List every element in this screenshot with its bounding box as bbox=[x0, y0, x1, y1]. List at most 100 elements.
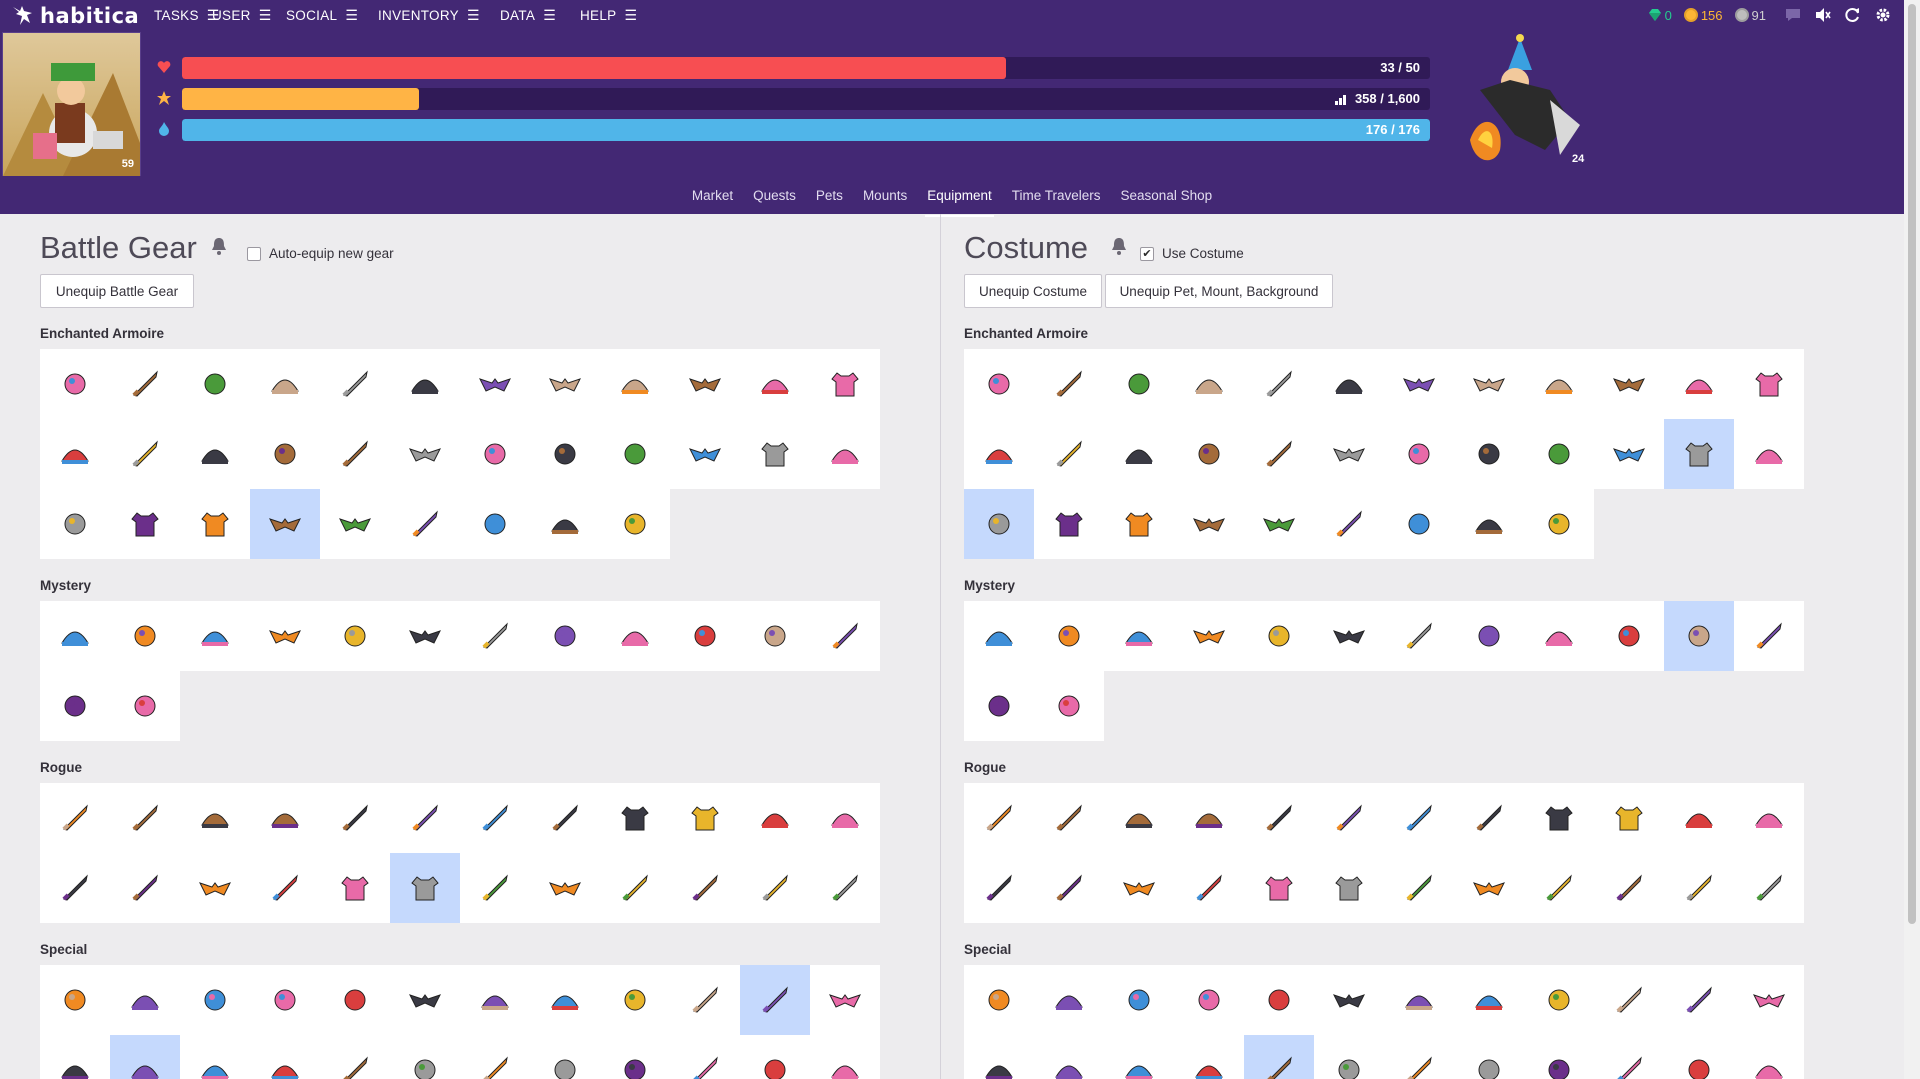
gear-item[interactable] bbox=[1524, 419, 1594, 489]
gear-item[interactable] bbox=[1734, 853, 1804, 923]
gear-item[interactable] bbox=[1664, 965, 1734, 1035]
gear-item[interactable] bbox=[1244, 601, 1314, 671]
nav-item-inventory[interactable]: INVENTORY ☰ bbox=[378, 0, 480, 30]
gear-item[interactable] bbox=[1384, 853, 1454, 923]
gear-item[interactable] bbox=[964, 489, 1034, 559]
gear-item[interactable] bbox=[320, 489, 390, 559]
gear-item[interactable] bbox=[1664, 1035, 1734, 1079]
gear-item[interactable] bbox=[740, 1035, 810, 1079]
use-costume-checkbox[interactable]: ✔ Use Costume bbox=[1140, 246, 1244, 261]
gear-item[interactable] bbox=[250, 419, 320, 489]
gear-item[interactable] bbox=[964, 783, 1034, 853]
gear-item[interactable] bbox=[40, 489, 110, 559]
gear-item[interactable] bbox=[1104, 853, 1174, 923]
gear-item[interactable] bbox=[250, 965, 320, 1035]
unequip-battle-gear-button[interactable]: Unequip Battle Gear bbox=[40, 274, 194, 308]
logo[interactable]: habitica bbox=[10, 4, 139, 28]
scrollbar-thumb[interactable] bbox=[1908, 4, 1916, 924]
gear-item[interactable] bbox=[810, 601, 880, 671]
gear-item[interactable] bbox=[460, 853, 530, 923]
tab-quests[interactable]: Quests bbox=[753, 182, 796, 209]
nav-item-help[interactable]: HELP ☰ bbox=[580, 0, 637, 30]
unequip-costume-button[interactable]: Unequip Costume bbox=[964, 274, 1102, 308]
gear-item[interactable] bbox=[1244, 489, 1314, 559]
gear-item[interactable] bbox=[460, 1035, 530, 1079]
gear-item[interactable] bbox=[1314, 489, 1384, 559]
unequip-pet-mount-background-button[interactable]: Unequip Pet, Mount, Background bbox=[1105, 274, 1333, 308]
sync-icon[interactable] bbox=[1844, 6, 1862, 24]
checkbox-box[interactable] bbox=[247, 246, 261, 261]
gear-item[interactable] bbox=[1454, 853, 1524, 923]
gear-item[interactable] bbox=[1034, 419, 1104, 489]
gear-item[interactable] bbox=[180, 489, 250, 559]
gear-item[interactable] bbox=[1594, 1035, 1664, 1079]
gear-item[interactable] bbox=[320, 853, 390, 923]
gear-item[interactable] bbox=[670, 1035, 740, 1079]
gear-item[interactable] bbox=[530, 853, 600, 923]
scrollbar[interactable] bbox=[1904, 0, 1920, 1079]
gear-item[interactable] bbox=[390, 601, 460, 671]
gear-item[interactable] bbox=[530, 1035, 600, 1079]
gear-item[interactable] bbox=[600, 853, 670, 923]
tab-time-travelers[interactable]: Time Travelers bbox=[1012, 182, 1101, 209]
gear-item[interactable] bbox=[740, 349, 810, 419]
chat-icon[interactable] bbox=[1784, 6, 1802, 24]
avatar[interactable]: 59 bbox=[2, 32, 141, 177]
gear-item[interactable] bbox=[1174, 965, 1244, 1035]
tab-market[interactable]: Market bbox=[692, 182, 733, 209]
gear-item[interactable] bbox=[1244, 853, 1314, 923]
gear-item[interactable] bbox=[1454, 783, 1524, 853]
gear-item[interactable] bbox=[1384, 349, 1454, 419]
gear-item[interactable] bbox=[250, 489, 320, 559]
gear-item[interactable] bbox=[1244, 783, 1314, 853]
gear-item[interactable] bbox=[670, 965, 740, 1035]
gear-item[interactable] bbox=[320, 1035, 390, 1079]
gear-item[interactable] bbox=[40, 853, 110, 923]
gear-item[interactable] bbox=[110, 349, 180, 419]
gear-item[interactable] bbox=[810, 419, 880, 489]
gear-item[interactable] bbox=[1664, 783, 1734, 853]
gear-item[interactable] bbox=[1384, 1035, 1454, 1079]
party-member-avatar[interactable]: 24 bbox=[1460, 30, 1590, 170]
gear-item[interactable] bbox=[670, 783, 740, 853]
bell-icon[interactable] bbox=[1110, 236, 1128, 256]
gear-item[interactable] bbox=[1034, 1035, 1104, 1079]
gear-item[interactable] bbox=[110, 1035, 180, 1079]
gear-item[interactable] bbox=[600, 783, 670, 853]
gear-item[interactable] bbox=[810, 1035, 880, 1079]
gear-item[interactable] bbox=[600, 601, 670, 671]
gear-item[interactable] bbox=[600, 489, 670, 559]
gems-counter[interactable]: 0 bbox=[1648, 8, 1672, 23]
gear-item[interactable] bbox=[530, 489, 600, 559]
gear-item[interactable] bbox=[1314, 853, 1384, 923]
gear-item[interactable] bbox=[1524, 853, 1594, 923]
gear-item[interactable] bbox=[1384, 783, 1454, 853]
gear-item[interactable] bbox=[1174, 419, 1244, 489]
gear-item[interactable] bbox=[1594, 783, 1664, 853]
gold-counter[interactable]: 156 bbox=[1683, 8, 1723, 23]
gear-item[interactable] bbox=[1664, 601, 1734, 671]
gear-item[interactable] bbox=[740, 965, 810, 1035]
gear-item[interactable] bbox=[1594, 965, 1664, 1035]
gear-item[interactable] bbox=[1594, 349, 1664, 419]
gear-item[interactable] bbox=[740, 853, 810, 923]
gear-item[interactable] bbox=[1734, 783, 1804, 853]
gear-item[interactable] bbox=[740, 601, 810, 671]
gear-item[interactable] bbox=[180, 1035, 250, 1079]
gear-item[interactable] bbox=[180, 601, 250, 671]
gear-item[interactable] bbox=[250, 783, 320, 853]
gear-item[interactable] bbox=[964, 853, 1034, 923]
gear-item[interactable] bbox=[110, 419, 180, 489]
gear-item[interactable] bbox=[1174, 1035, 1244, 1079]
gear-item[interactable] bbox=[1734, 1035, 1804, 1079]
gear-item[interactable] bbox=[1034, 853, 1104, 923]
gear-item[interactable] bbox=[1174, 853, 1244, 923]
gear-item[interactable] bbox=[670, 601, 740, 671]
gear-item[interactable] bbox=[1174, 783, 1244, 853]
gear-item[interactable] bbox=[1104, 965, 1174, 1035]
gear-item[interactable] bbox=[180, 349, 250, 419]
gear-item[interactable] bbox=[1594, 601, 1664, 671]
gear-item[interactable] bbox=[1244, 965, 1314, 1035]
gear-item[interactable] bbox=[1384, 419, 1454, 489]
gear-icon[interactable] bbox=[1874, 6, 1892, 24]
